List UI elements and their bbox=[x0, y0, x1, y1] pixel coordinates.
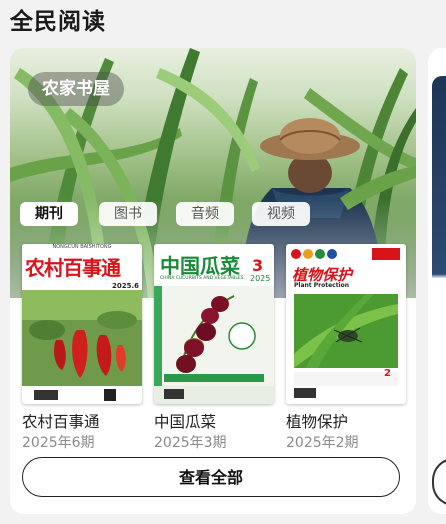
cover-image bbox=[286, 294, 406, 404]
book-title: 农村百事通 bbox=[22, 413, 100, 431]
book-title: 中国瓜菜 bbox=[154, 413, 217, 431]
cover-image bbox=[154, 286, 274, 404]
hero-badge[interactable]: 农家书屋 bbox=[28, 72, 124, 106]
next-card-peek[interactable] bbox=[428, 48, 446, 514]
book-cover[interactable]: NONGCUN BAISHITONG 农村百事通 2025.6 bbox=[22, 244, 142, 404]
cover-subtitle: CHINA CUCURBITS AND VEGETABLES bbox=[160, 276, 244, 281]
tab-audio[interactable]: 音频 bbox=[176, 202, 234, 226]
cover-number: 2 bbox=[384, 368, 391, 379]
next-card-image bbox=[432, 76, 446, 514]
tab-journals[interactable]: 期刊 bbox=[20, 202, 78, 226]
cover-issue: 2025.6 bbox=[112, 282, 140, 290]
cover-number: 3 bbox=[252, 256, 264, 275]
book-title: 植物保护 bbox=[286, 413, 349, 431]
cover-subtitle: Plant Protection bbox=[294, 282, 350, 289]
book-cover[interactable]: 中国瓜菜 3 2025 CHINA CUCURBITS AND VEGETABL… bbox=[154, 244, 274, 404]
cover-topline: NONGCUN BAISHITONG bbox=[52, 244, 112, 250]
section-title: 全民阅读 bbox=[10, 9, 106, 35]
book-issue: 2025年2期 bbox=[286, 435, 359, 451]
tab-books[interactable]: 图书 bbox=[99, 202, 157, 226]
view-all-button[interactable]: 查看全部 bbox=[22, 457, 400, 497]
cover-title: 中国瓜菜 bbox=[160, 254, 240, 278]
book-issue: 2025年6期 bbox=[22, 435, 95, 451]
cover-logos bbox=[291, 248, 400, 260]
book-issue: 2025年3期 bbox=[154, 435, 227, 451]
book-cover[interactable]: 植物保护 Plant Protection 2 bbox=[286, 244, 406, 404]
cover-year: 2025 bbox=[250, 274, 271, 283]
cover-image bbox=[22, 290, 142, 404]
tab-video[interactable]: 视频 bbox=[252, 202, 310, 226]
cover-title: 农村百事通 bbox=[25, 256, 121, 280]
reading-card[interactable]: 农家书屋 期刊 图书 音频 视频 NONGCUN BAISHITONG 农村百事… bbox=[10, 48, 416, 514]
